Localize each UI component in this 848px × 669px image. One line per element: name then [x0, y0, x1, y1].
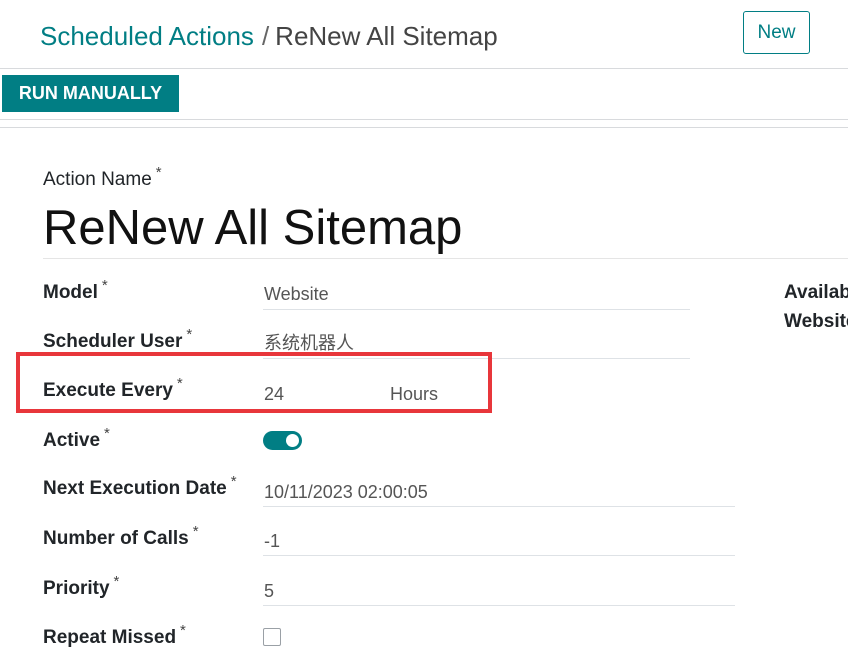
number-of-calls-underline — [263, 555, 735, 556]
active-label: Active * — [43, 425, 110, 451]
side-panel-label-available: Availab — [784, 282, 848, 303]
next-execution-date-underline — [263, 506, 735, 507]
action-name-underline — [43, 258, 848, 259]
action-name-input[interactable]: ReNew All Sitemap — [43, 198, 462, 258]
breadcrumb: Scheduled Actions / ReNew All Sitemap — [40, 19, 498, 53]
side-panel-label-website: Website — [784, 311, 848, 332]
required-mark: * — [186, 326, 193, 343]
active-toggle[interactable] — [263, 431, 302, 450]
repeat-missed-checkbox[interactable] — [263, 628, 281, 646]
number-of-calls-field[interactable]: -1 — [264, 529, 280, 553]
number-of-calls-label: Number of Calls * — [43, 523, 199, 549]
required-mark: * — [230, 473, 237, 490]
toggle-knob — [286, 434, 299, 447]
toolbar-divider — [0, 119, 848, 120]
action-name-label: Action Name * — [43, 164, 162, 190]
run-manually-button[interactable]: RUN MANUALLY — [2, 75, 179, 112]
required-mark: * — [113, 573, 120, 590]
required-mark: * — [192, 523, 199, 540]
model-field[interactable]: Website — [264, 282, 329, 306]
highlight-box — [16, 352, 492, 413]
priority-field[interactable]: 5 — [264, 579, 274, 603]
model-underline — [263, 309, 690, 310]
next-execution-date-field[interactable]: 10/11/2023 02:00:05 — [264, 480, 428, 504]
breadcrumb-separator: / — [261, 21, 270, 51]
required-mark: * — [104, 425, 110, 442]
header-divider — [0, 68, 848, 69]
required-mark: * — [155, 164, 162, 181]
breadcrumb-link-scheduled-actions[interactable]: Scheduled Actions — [40, 21, 254, 51]
next-execution-date-label: Next Execution Date * — [43, 473, 237, 499]
repeat-missed-label: Repeat Missed * — [43, 622, 186, 648]
sheet-top-border — [0, 127, 848, 128]
priority-label: Priority * — [43, 573, 120, 599]
priority-underline — [263, 605, 735, 606]
new-button[interactable]: New — [743, 11, 810, 54]
breadcrumb-current: ReNew All Sitemap — [275, 21, 498, 51]
model-label: Model * — [43, 277, 108, 303]
required-mark: * — [101, 277, 108, 294]
required-mark: * — [180, 622, 186, 639]
